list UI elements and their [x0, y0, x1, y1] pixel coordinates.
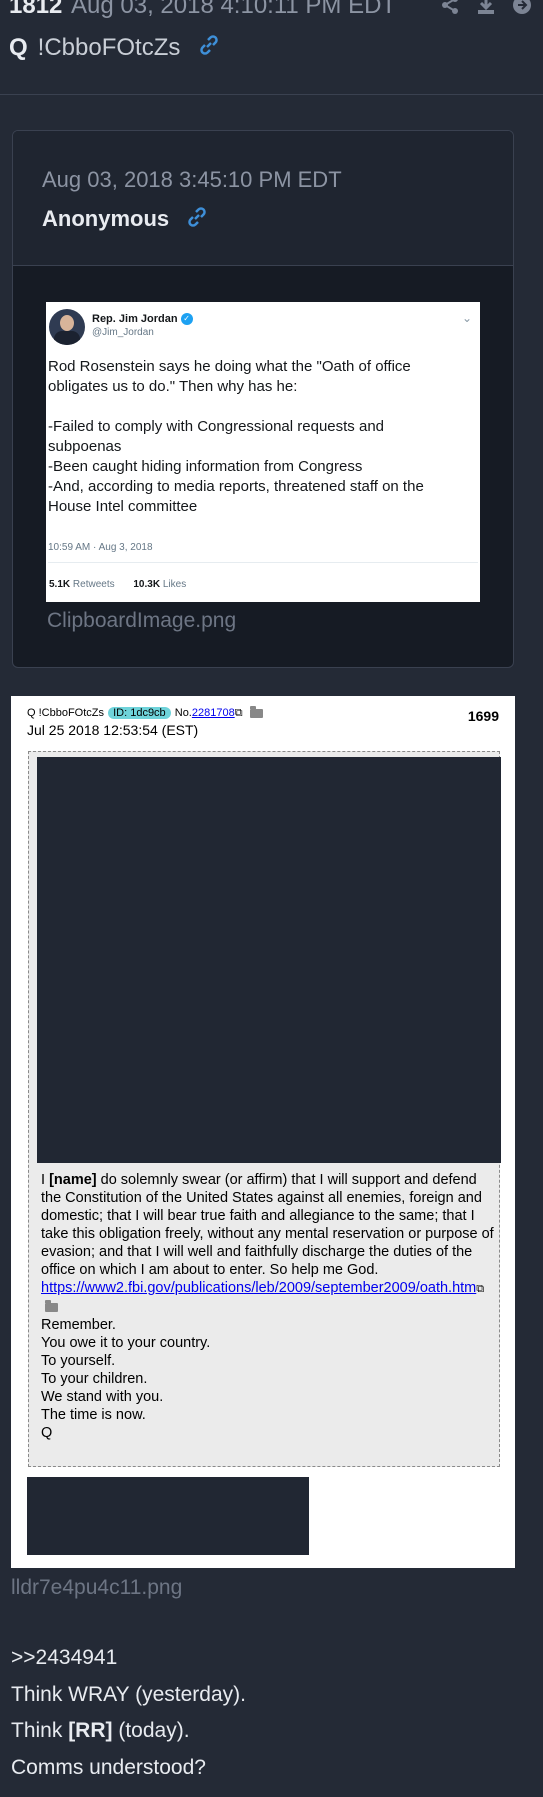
- post-message: >>2434941 Think WRAY (yesterday). Think …: [11, 1640, 246, 1786]
- embedded-post-text: I [name] do solemnly swear (or affirm) t…: [41, 1171, 496, 1442]
- post-number: 1812: [9, 0, 63, 19]
- post-header: 1812 Aug 03, 2018 4:10:11 PM EDT Q !CbboF…: [0, 0, 543, 95]
- post-number-label: No.: [174, 707, 192, 719]
- tweet-line: -And, according to media reports, threat…: [48, 478, 424, 495]
- quoted-post-card: Aug 03, 2018 3:45:10 PM EDT Anonymous Re…: [12, 130, 514, 668]
- avatar: [49, 309, 85, 345]
- text-line: Q: [41, 1425, 53, 1441]
- message-line: Think WRAY (yesterday).: [11, 1682, 246, 1706]
- tweet-line: -Been caught hiding information from Con…: [48, 458, 363, 475]
- reply-link[interactable]: >>2434941: [11, 1640, 246, 1677]
- redacted-image: [37, 757, 501, 1163]
- tweet-stats: 5.1K Retweets 10.3K Likes: [49, 579, 202, 590]
- message-line-suffix: (today).: [112, 1719, 190, 1742]
- message-line-prefix: Think: [11, 1719, 69, 1742]
- verified-icon: ✓: [180, 313, 193, 326]
- tweet-handle: @Jim_Jordan: [92, 327, 154, 338]
- share-icon[interactable]: [439, 0, 461, 16]
- tweet-line: House Intel committee: [48, 498, 198, 515]
- link-icon[interactable]: [197, 33, 221, 64]
- retweets-count: 5.1K: [49, 579, 71, 590]
- embedded-post-image[interactable]: Q !CbboFOtcZs ID: 1dc9cb No.2281708⧉ 169…: [11, 696, 515, 1568]
- post-author: Q !CbboFOtcZs: [9, 33, 221, 64]
- tweet-image[interactable]: Rep. Jim Jordan ✓ @Jim_Jordan ⌄ Rod Rosen…: [46, 302, 480, 602]
- tweet-line: obligates us to do." Then why has he:: [48, 378, 298, 395]
- arrow-right-icon[interactable]: [511, 0, 533, 16]
- tweet-body: Rod Rosenstein says he doing what the "O…: [48, 357, 476, 517]
- divider: [48, 562, 478, 563]
- likes-label: Likes: [162, 579, 187, 590]
- folder-icon: [249, 705, 263, 718]
- tweet-author-label: Rep. Jim Jordan: [92, 313, 178, 325]
- quoted-file-name[interactable]: ClipboardImage.png: [47, 609, 236, 633]
- text-line: Remember.: [41, 1317, 116, 1333]
- message-line-bold: [RR]: [68, 1719, 113, 1742]
- chevron-down-icon: ⌄: [461, 311, 472, 325]
- author-prefix: Q: [9, 33, 28, 61]
- quoted-author-name: Anonymous: [42, 205, 170, 231]
- embedded-post-date: Jul 25 2018 12:53:54 (EST): [27, 722, 199, 738]
- likes-count: 10.3K: [133, 579, 161, 590]
- embedded-post-author: Q !CbboFOtcZs: [27, 707, 105, 719]
- post-number-link[interactable]: 2281708: [192, 707, 235, 719]
- oath-name: [name]: [49, 1172, 97, 1188]
- attached-file-name[interactable]: lldr7e4pu4c11.png: [11, 1576, 182, 1600]
- text-line: We stand with you.: [41, 1389, 164, 1405]
- retweets-label: Retweets: [72, 579, 115, 590]
- id-badge: ID: 1dc9cb: [108, 707, 171, 719]
- quoted-post-header: Aug 03, 2018 3:45:10 PM EDT Anonymous: [13, 131, 513, 266]
- text-line: To your children.: [41, 1371, 148, 1387]
- oath-prefix: I: [41, 1172, 50, 1188]
- text-line: To yourself.: [41, 1353, 116, 1369]
- external-link-icon: ⧉: [476, 1283, 485, 1295]
- tripcode: !CbboFOtcZs: [37, 33, 181, 61]
- post-ref-number: 1699: [467, 708, 499, 724]
- tweet-line: [48, 397, 476, 417]
- redacted-image: [27, 1477, 309, 1555]
- tweet-line: subpoenas: [48, 438, 122, 455]
- tweet-line: Rod Rosenstein says he doing what the "O…: [48, 358, 411, 375]
- post-timestamp: Aug 03, 2018 4:10:11 PM EDT: [71, 0, 397, 19]
- text-line: The time is now.: [41, 1407, 146, 1423]
- quoted-post-timestamp: Aug 03, 2018 3:45:10 PM EDT: [42, 167, 342, 192]
- download-icon[interactable]: [475, 0, 497, 16]
- message-line: Comms understood?: [11, 1755, 206, 1779]
- embedded-post-header: Q !CbboFOtcZs ID: 1dc9cb No.2281708⧉: [27, 705, 263, 720]
- tweet-author-name: Rep. Jim Jordan ✓: [92, 313, 193, 326]
- link-icon[interactable]: [185, 205, 209, 235]
- fbi-link[interactable]: https://www2.fbi.gov/publications/leb/20…: [41, 1280, 476, 1296]
- message-line: Think [RR] (today).: [11, 1713, 246, 1750]
- post-actions: [439, 0, 533, 16]
- text-line: You owe it to your country.: [41, 1335, 211, 1351]
- oath-text: do solemnly swear (or affirm) that I wil…: [41, 1172, 494, 1278]
- external-link-icon: ⧉: [234, 707, 243, 719]
- tweet-time: 10:59 AM · Aug 3, 2018: [48, 542, 153, 553]
- tweet-line: -Failed to comply with Congressional req…: [48, 418, 384, 435]
- embedded-post-content: I [name] do solemnly swear (or affirm) t…: [28, 751, 501, 1467]
- folder-icon: [45, 1299, 58, 1312]
- quoted-post-author: Anonymous: [42, 205, 209, 235]
